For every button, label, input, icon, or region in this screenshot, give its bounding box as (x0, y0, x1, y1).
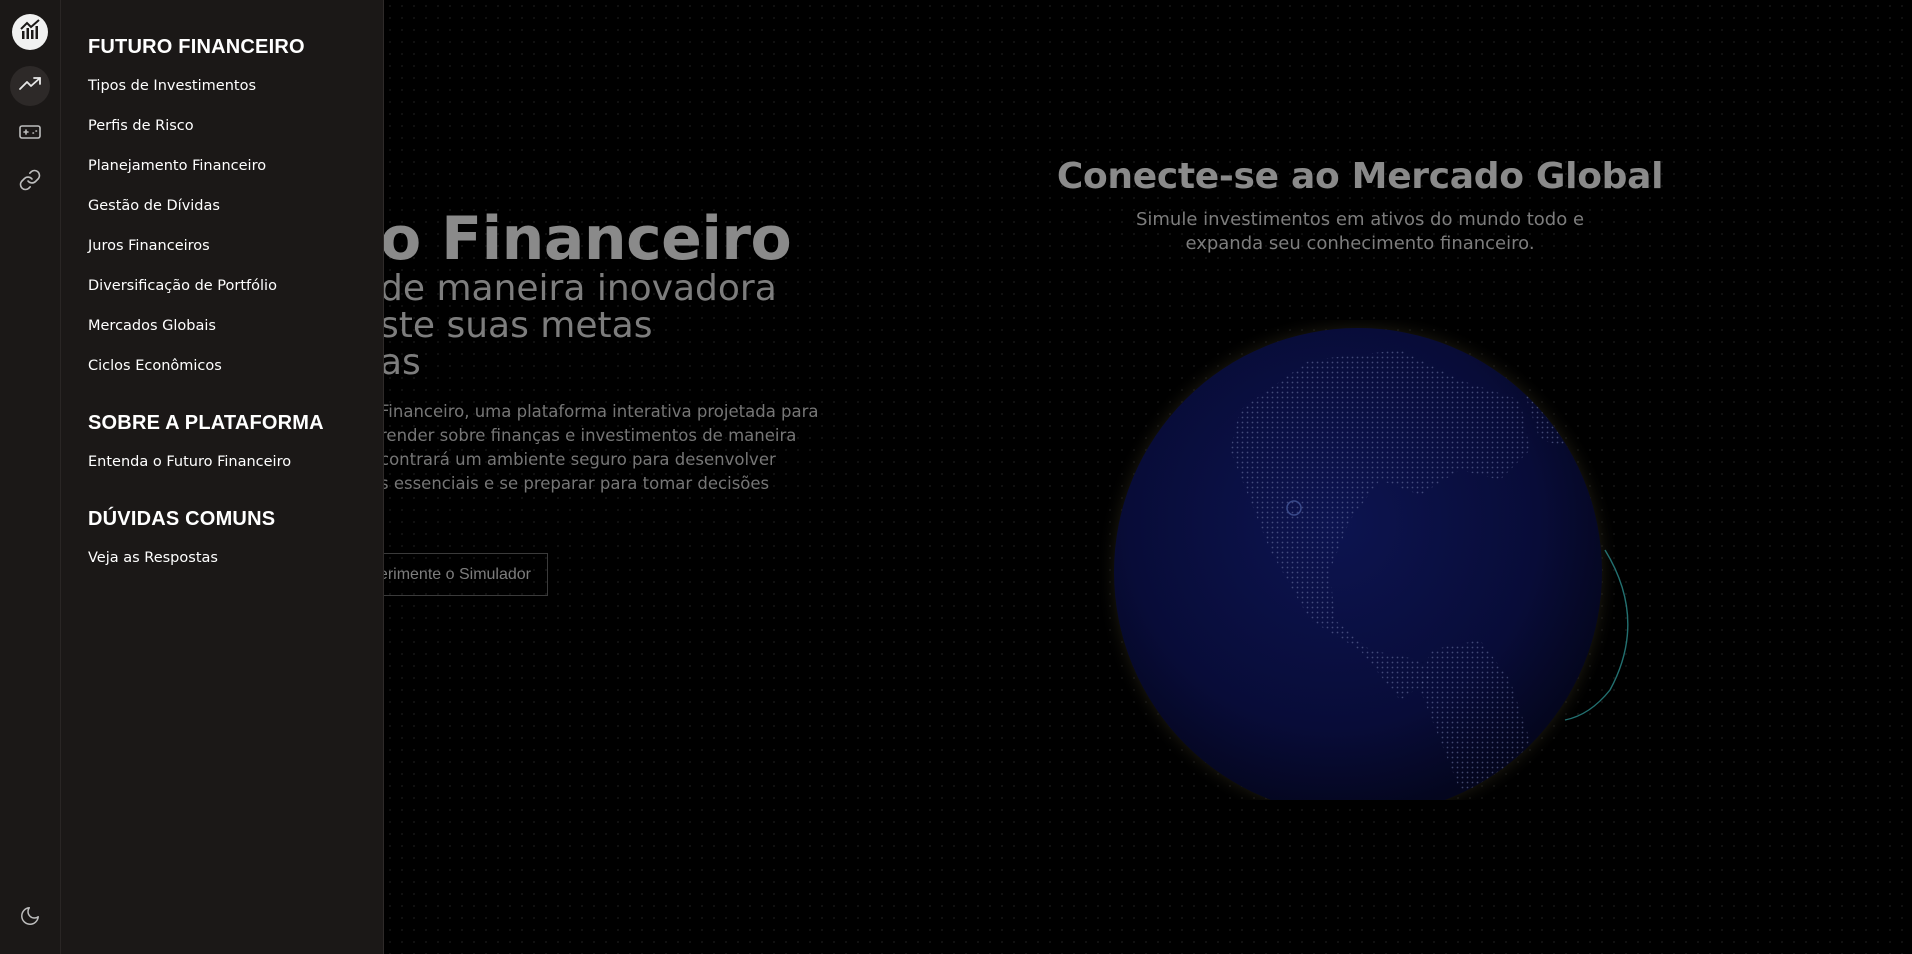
menu-item-planejamento-financeiro[interactable]: Planejamento Financeiro (88, 158, 266, 174)
hero-subtitle-line: de maneira inovadora (380, 268, 777, 309)
menu-item-mercados-globais[interactable]: Mercados Globais (88, 318, 216, 334)
menu-item-diversificacao-de-portfolio[interactable]: Diversificação de Portfólio (88, 278, 277, 294)
app-logo-button[interactable] (12, 14, 48, 50)
global-description-line: expanda seu conhecimento financeiro. (1185, 233, 1535, 254)
hero-subtitle-line: ste suas metas (380, 305, 653, 346)
menu-item-ciclos-economicos[interactable]: Ciclos Econômicos (88, 358, 222, 374)
trending-up-icon (18, 72, 42, 101)
menu-item-veja-as-respostas[interactable]: Veja as Respostas (88, 550, 218, 566)
moon-icon (19, 905, 41, 932)
global-market-title: Conecte-se ao Mercado Global (1056, 156, 1664, 197)
sidebar-rail (0, 0, 61, 954)
global-market-description: Simule investimentos em ativos do mundo … (1120, 208, 1600, 256)
rail-simulator-button[interactable] (10, 114, 50, 154)
hero-description-line: s essenciais e se preparar para tomar de… (380, 474, 770, 493)
menu-item-juros-financeiros[interactable]: Juros Financeiros (88, 238, 210, 254)
section-title-futuro-financeiro: FUTURO FINANCEIRO (88, 36, 305, 58)
menu-item-perfis-de-risco[interactable]: Perfis de Risco (88, 118, 194, 134)
hero-description-line: Financeiro, uma plataforma interativa pr… (380, 402, 819, 421)
theme-toggle-button[interactable] (10, 898, 50, 938)
navigation-menu-panel: FUTURO FINANCEIRO Tipos de Investimentos… (61, 0, 384, 954)
rail-links-button[interactable] (10, 162, 50, 202)
hero-description-line: . (380, 496, 790, 520)
hero-subtitle-line: as (380, 342, 421, 383)
hero-subtitle: de maneira inovadora ste suas metas as (380, 270, 780, 381)
hero-description-line: contrará um ambiente seguro para desenvo… (380, 450, 776, 469)
globe-illustration (1096, 310, 1660, 834)
section-title-sobre-a-plataforma: SOBRE A PLATAFORMA (88, 412, 324, 434)
global-description-line: Simule investimentos em ativos do mundo … (1135, 209, 1585, 230)
menu-item-tipos-de-investimentos[interactable]: Tipos de Investimentos (88, 78, 256, 94)
hero-title: o Financeiro (380, 204, 792, 274)
menu-item-gestao-de-dividas[interactable]: Gestão de Dívidas (88, 198, 220, 214)
rail-investments-button[interactable] (10, 66, 50, 106)
section-title-duvidas-comuns: DÚVIDAS COMUNS (88, 508, 276, 530)
link-icon (18, 168, 42, 197)
hero-description: Financeiro, uma plataforma interativa pr… (380, 400, 819, 520)
hero-description-line: render sobre finanças e investimentos de… (380, 426, 797, 445)
gamepad-icon (18, 120, 42, 149)
menu-item-entenda-o-futuro-financeiro[interactable]: Entenda o Futuro Financeiro (88, 454, 291, 470)
chart-logo-icon (18, 18, 42, 47)
